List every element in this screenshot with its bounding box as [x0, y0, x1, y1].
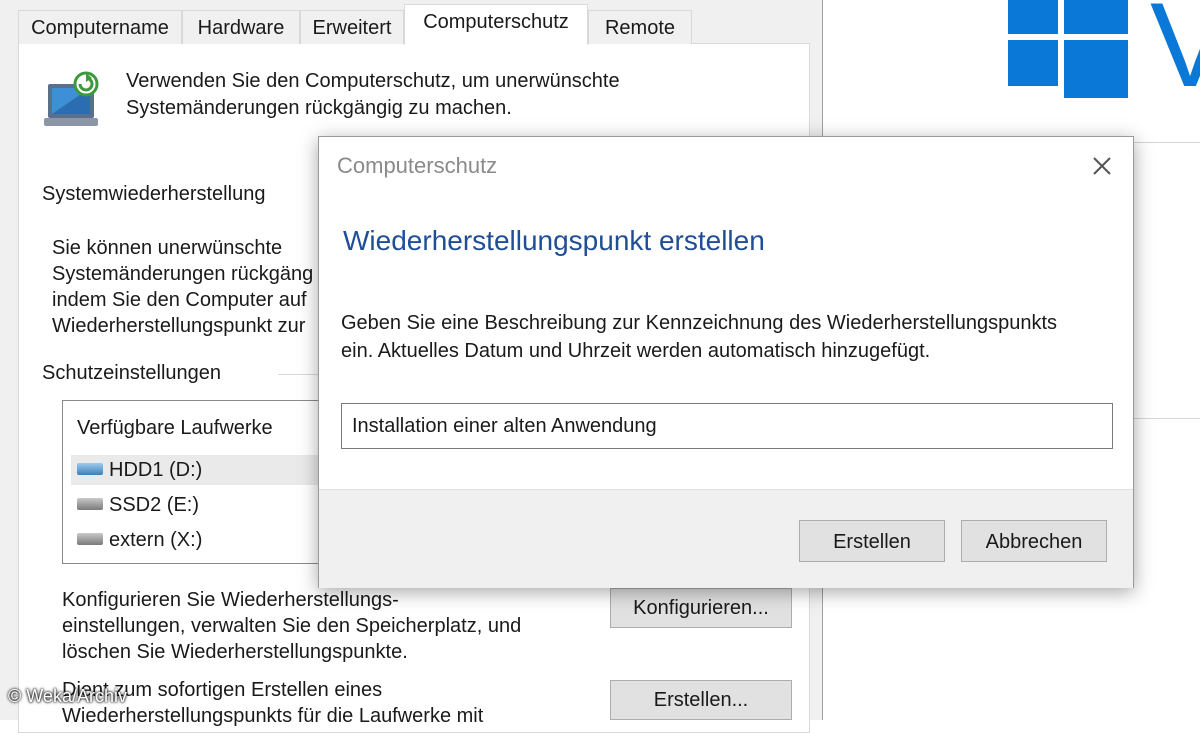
dialog-description-line: Geben Sie eine Beschreibung zur Kennzeic… [341, 312, 1058, 334]
section-label-protection: Schutzeinstellungen [42, 362, 222, 384]
drive-icon [77, 462, 103, 475]
drive-icon [77, 532, 103, 545]
dialog-footer: Erstellen Abbrechen [319, 489, 1133, 588]
dialog-titlebar[interactable]: Computerschutz [319, 137, 1133, 199]
drive-list-header: Verfügbare Laufwerke [77, 417, 273, 439]
configure-description: einstellungen, verwalten Sie den Speiche… [62, 615, 522, 637]
drive-label: SSD2 (E:) [109, 494, 200, 516]
intro-text: Verwenden Sie den Computerschutz, um une… [126, 70, 620, 92]
dialog-description: Geben Sie eine Beschreibung zur Kennzeic… [341, 309, 1121, 365]
section-label-restore: Systemwiederherstellung [42, 183, 266, 205]
restore-description: Wiederherstellungspunkt zur [52, 315, 306, 337]
close-icon[interactable] [1087, 151, 1117, 181]
restore-point-description-input[interactable] [341, 403, 1113, 449]
drive-label: HDD1 (D:) [109, 459, 203, 481]
windows-logo-icon [1008, 0, 1128, 98]
watermark: © Weka/Archiv [8, 686, 127, 706]
tab-computerschutz[interactable]: Computerschutz [404, 4, 588, 45]
dialog-create-button[interactable]: Erstellen [799, 520, 945, 562]
drive-item-ssd2[interactable]: SSD2 (E:) [77, 490, 357, 520]
dialog-cancel-button[interactable]: Abbrechen [961, 520, 1107, 562]
dialog-title: Computerschutz [337, 153, 498, 178]
intro-text: Systemänderungen rückgängig zu machen. [126, 97, 512, 119]
drive-label: extern (X:) [109, 529, 203, 551]
dialog-description-line: ein. Aktuelles Datum und Uhrzeit werden … [341, 340, 931, 362]
configure-button[interactable]: Konfigurieren... [610, 588, 792, 628]
divider [1134, 418, 1200, 419]
tab-erweitert[interactable]: Erweitert [300, 10, 404, 44]
group-divider [278, 374, 318, 375]
create-restore-point-dialog: Computerschutz Wiederherstellungspunkt e… [318, 136, 1134, 588]
configure-description: Konfigurieren Sie Wiederherstellungs- [62, 589, 399, 611]
restore-description: Sie können unerwünschte [52, 237, 283, 259]
configure-description: löschen Sie Wiederherstellungspunkte. [62, 641, 408, 663]
restore-description: indem Sie den Computer auf [52, 289, 307, 311]
restore-description: Systemänderungen rückgäng [52, 263, 314, 285]
drive-icon [77, 497, 103, 510]
create-button[interactable]: Erstellen... [610, 680, 792, 720]
tab-hardware[interactable]: Hardware [182, 10, 300, 44]
create-description: Wiederherstellungspunkts für die Laufwer… [62, 705, 484, 727]
tab-remote[interactable]: Remote [588, 10, 692, 44]
drive-list[interactable]: Verfügbare Laufwerke HDD1 (D:) SSD2 (E:)… [62, 400, 362, 564]
system-protection-icon [44, 71, 99, 126]
drive-item-extern[interactable]: extern (X:) [77, 525, 357, 555]
divider [1134, 142, 1200, 143]
tab-computername[interactable]: Computername [18, 10, 182, 44]
dialog-heading: Wiederherstellungspunkt erstellen [343, 225, 765, 256]
windows-logo-letter: V [1150, 0, 1200, 112]
